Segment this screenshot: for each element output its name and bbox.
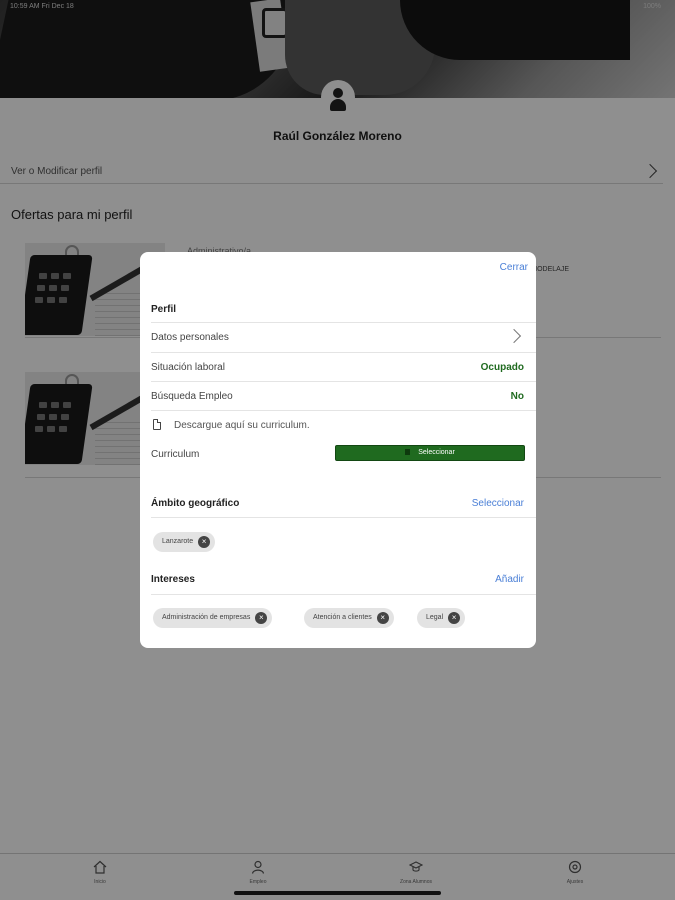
interest-chip: Legal ×: [417, 608, 466, 628]
situacion-laboral-label: Situación laboral: [151, 362, 225, 373]
intereses-add-link[interactable]: Añadir: [495, 574, 524, 585]
download-curriculum-row[interactable]: Descargue aquí su curriculum.: [151, 410, 536, 440]
intereses-section-title: Intereses: [151, 574, 195, 585]
interest-chip: Atención a clientes ×: [304, 608, 394, 628]
select-curriculum-button[interactable]: Seleccionar: [335, 445, 525, 461]
busqueda-empleo-row: Búsqueda Empleo No: [151, 381, 536, 410]
download-curriculum-link[interactable]: Descargue aquí su curriculum.: [174, 420, 310, 431]
busqueda-empleo-value: No: [510, 391, 524, 402]
remove-chip-icon[interactable]: ×: [448, 612, 461, 624]
close-button[interactable]: Cerrar: [500, 262, 528, 273]
location-chip: Lanzarote ×: [153, 532, 216, 552]
situacion-laboral-row: Situación laboral Ocupado: [151, 352, 536, 381]
profile-modal: Cerrar Perfil Datos personales Situación…: [140, 252, 536, 648]
curriculum-label: Curriculum: [151, 449, 200, 460]
divider: [151, 594, 536, 595]
perfil-section-title: Perfil: [151, 304, 177, 315]
interest-chip-label: Administración de empresas: [162, 614, 251, 621]
ambito-select-link[interactable]: Seleccionar: [472, 498, 524, 509]
datos-personales-label: Datos personales: [151, 332, 229, 343]
datos-personales-row[interactable]: Datos personales: [151, 322, 536, 351]
location-chip-label: Lanzarote: [162, 538, 194, 545]
interest-chip-label: Atención a clientes: [313, 614, 372, 621]
interest-chip: Administración de empresas ×: [153, 608, 273, 628]
remove-chip-icon[interactable]: ×: [376, 612, 389, 624]
document-icon: [153, 419, 161, 430]
busqueda-empleo-label: Búsqueda Empleo: [151, 391, 233, 402]
divider: [151, 517, 536, 518]
remove-chip-icon[interactable]: ×: [255, 612, 268, 624]
chevron-right-icon: [506, 328, 522, 344]
home-indicator: [234, 891, 441, 895]
interest-chip-label: Legal: [426, 614, 444, 621]
select-curriculum-label: Seleccionar: [418, 449, 455, 456]
ambito-section-title: Ámbito geográfico: [151, 498, 240, 509]
file-icon: [405, 449, 411, 456]
remove-chip-icon[interactable]: ×: [198, 536, 211, 548]
situacion-laboral-value: Ocupado: [480, 362, 524, 373]
